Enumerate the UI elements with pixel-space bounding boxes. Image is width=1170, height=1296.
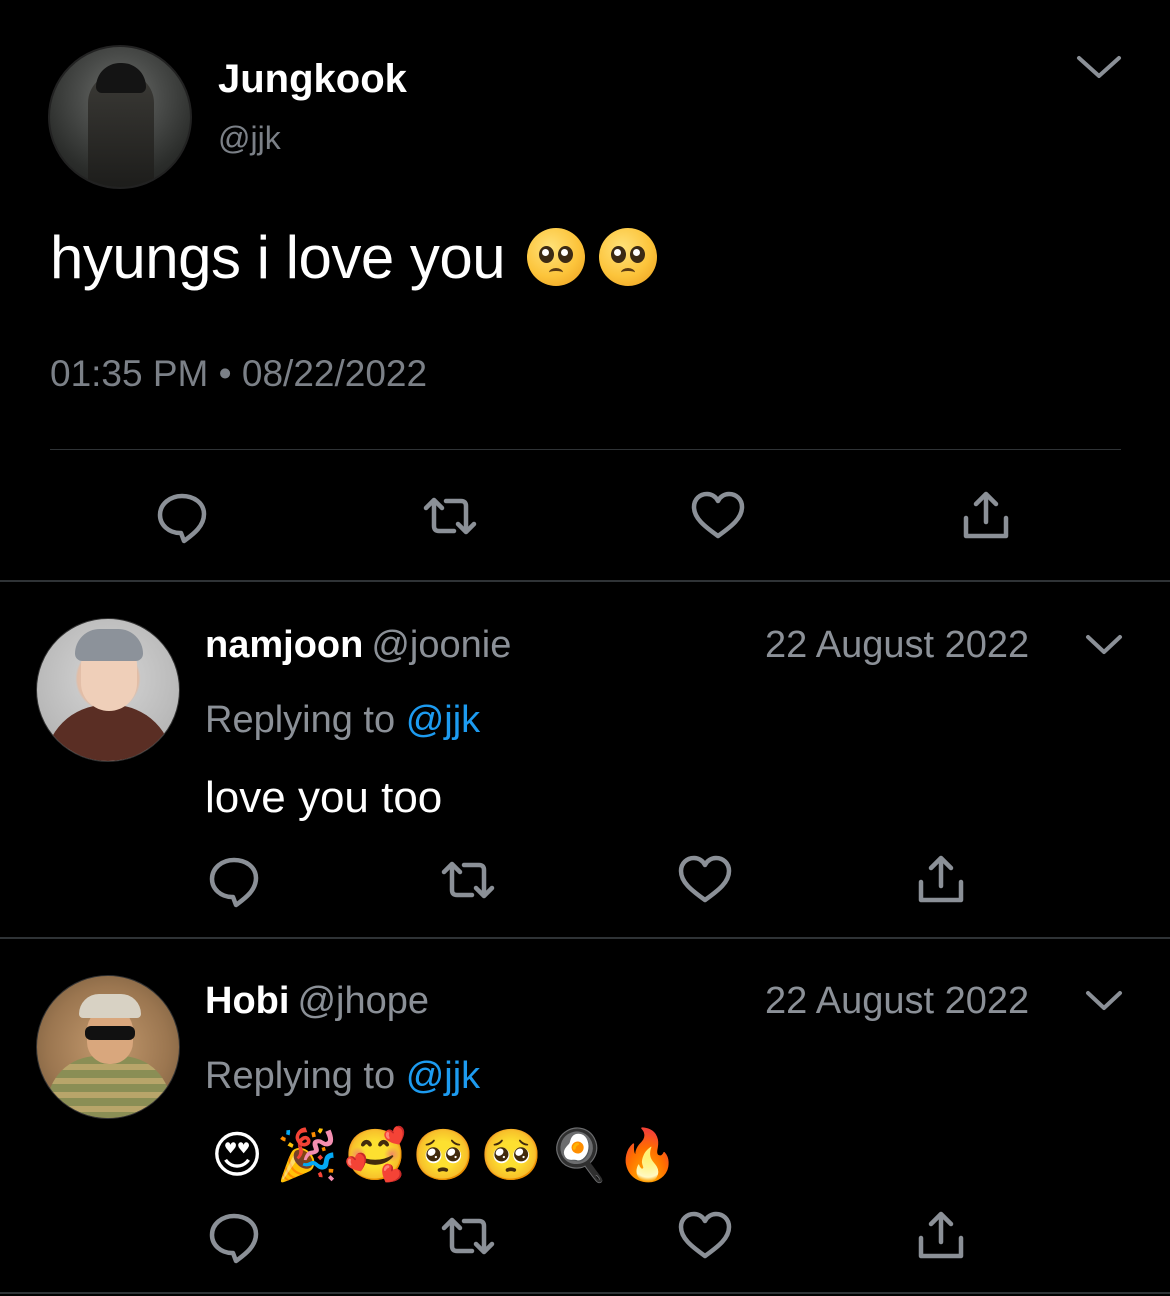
replying-to: Replying to @jjk — [205, 697, 480, 743]
chevron-down-icon[interactable] — [1084, 632, 1124, 658]
reply-icon[interactable] — [206, 852, 262, 908]
reply-icon[interactable] — [154, 488, 210, 544]
chevron-down-icon[interactable] — [1084, 988, 1124, 1014]
party-popper-emoji: 🎉 — [276, 1126, 339, 1184]
namjoon-avatar[interactable] — [36, 618, 180, 762]
pleading-face-emoji — [599, 228, 658, 286]
reply-handle[interactable]: @jhope — [297, 980, 429, 1022]
heart-eyes-emoji: 😍 — [210, 1126, 264, 1184]
share-icon[interactable] — [958, 488, 1014, 544]
avatar-hat — [96, 63, 146, 93]
pleading-face-emoji: 🥺 — [412, 1126, 475, 1184]
reply-icon[interactable] — [206, 1208, 262, 1264]
like-icon[interactable] — [690, 488, 746, 544]
retweet-icon[interactable] — [440, 1208, 496, 1264]
avatar-shirt — [47, 1056, 171, 1118]
like-icon[interactable] — [677, 852, 733, 908]
main-timestamp: 01:35 PM • 08/22/2022 — [50, 353, 428, 394]
main-display-name[interactable]: Jungkook — [218, 55, 407, 103]
replying-prefix: Replying to — [205, 1055, 396, 1097]
main-handle[interactable]: @jjk — [218, 118, 281, 158]
divider — [50, 449, 1121, 450]
reply-emoji-text: 😍 🎉 🥰 🥺 🥺 🍳 🔥 — [208, 1126, 679, 1184]
reply-header: namjoon @joonie — [205, 622, 511, 668]
reply-header: Hobi @jhope — [205, 978, 429, 1024]
hobi-avatar[interactable] — [36, 975, 180, 1119]
avatar-hoodie — [45, 705, 173, 761]
reply-date: 22 August 2022 — [765, 624, 1030, 666]
replying-mention[interactable]: @jjk — [406, 1055, 480, 1097]
reply-handle[interactable]: @joonie — [371, 624, 511, 666]
smiling-hearts-emoji: 🥰 — [344, 1126, 407, 1184]
separator — [0, 580, 1170, 582]
avatar-cap — [79, 994, 141, 1018]
replying-to: Replying to @jjk — [205, 1053, 480, 1099]
reply-text: love you too — [205, 773, 443, 822]
retweet-icon[interactable] — [440, 852, 496, 908]
chevron-down-icon[interactable] — [1075, 52, 1123, 82]
separator — [0, 937, 1170, 939]
pleading-face-emoji — [527, 228, 586, 286]
reply-display-name[interactable]: Hobi — [205, 980, 289, 1022]
share-icon[interactable] — [913, 1208, 969, 1264]
main-tweet-text: hyungs i love you — [50, 222, 658, 294]
jungkook-avatar[interactable] — [48, 45, 192, 189]
fire-emoji: 🔥 — [616, 1126, 679, 1184]
pleading-face-emoji: 🥺 — [480, 1126, 543, 1184]
avatar-hair — [75, 629, 143, 661]
reply-date: 22 August 2022 — [765, 980, 1030, 1022]
avatar-sunglasses — [85, 1026, 135, 1040]
reply-display-name[interactable]: namjoon — [205, 624, 363, 666]
share-icon[interactable] — [913, 852, 969, 908]
like-icon[interactable] — [677, 1208, 733, 1264]
replying-mention[interactable]: @jjk — [406, 699, 480, 741]
frying-pan-emoji: 🍳 — [548, 1126, 611, 1184]
replying-prefix: Replying to — [205, 699, 396, 741]
main-tweet-body: hyungs i love you — [50, 224, 506, 291]
separator — [0, 1292, 1170, 1294]
retweet-icon[interactable] — [422, 488, 478, 544]
